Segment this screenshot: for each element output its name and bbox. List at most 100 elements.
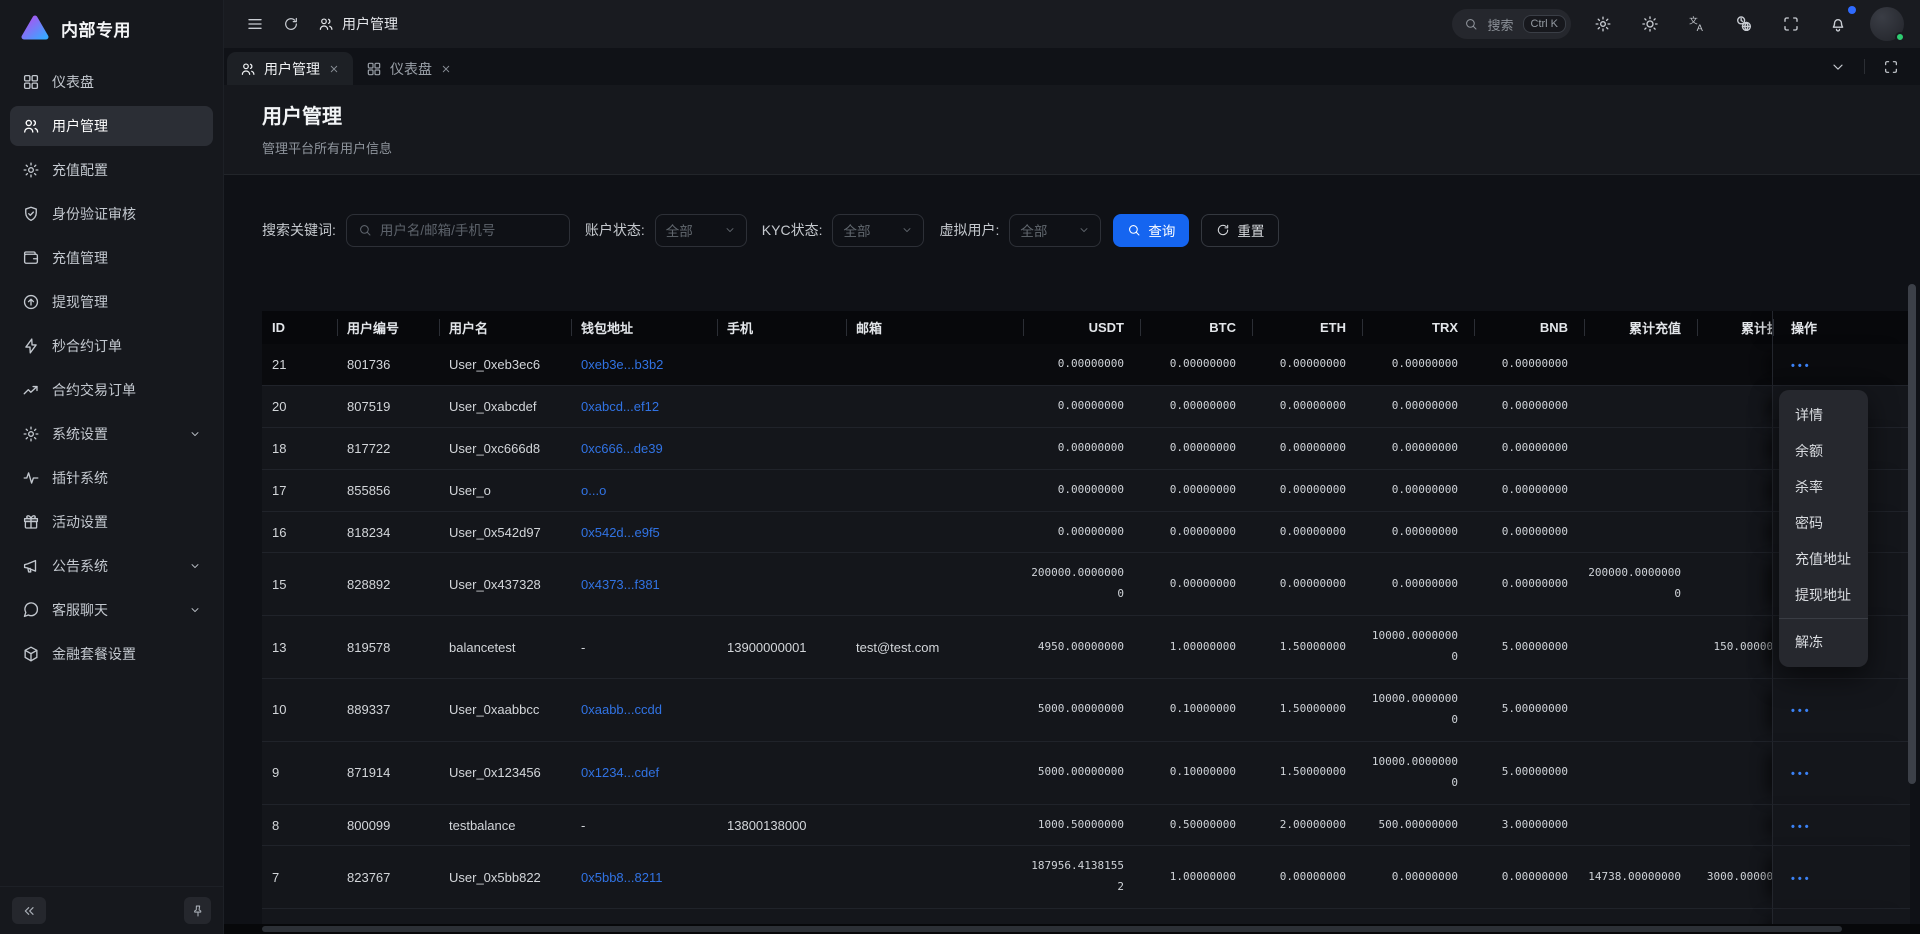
- cell-btc: 0.00000000: [1140, 470, 1252, 512]
- translate-button[interactable]: 文A: [1682, 9, 1712, 39]
- global-search[interactable]: 搜索 Ctrl K: [1452, 9, 1571, 39]
- kyc-status-select[interactable]: 全部: [832, 214, 924, 247]
- cell-username: User_0xeb3ec6: [439, 344, 571, 386]
- row-actions-button[interactable]: •••: [1791, 360, 1812, 372]
- refresh-button[interactable]: [276, 9, 306, 39]
- close-icon[interactable]: [328, 63, 340, 75]
- fullscreen-button[interactable]: [1776, 9, 1806, 39]
- horizontal-scrollbar-track: [224, 924, 1920, 934]
- cell-trx: 10000.00000000: [1362, 679, 1474, 742]
- theme-button[interactable]: [1635, 9, 1665, 39]
- virtual-user-select[interactable]: 全部: [1009, 214, 1101, 247]
- cell-wallet: 0x4373...f381: [571, 553, 717, 616]
- sidebar-item[interactable]: 活动设置: [10, 502, 213, 542]
- menu-toggle-button[interactable]: [240, 9, 270, 39]
- sidebar-item[interactable]: 秒合约订单: [10, 326, 213, 366]
- action-menu-item[interactable]: 杀率: [1779, 469, 1868, 505]
- action-menu-item[interactable]: 密码: [1779, 505, 1868, 541]
- cell-email: [846, 428, 1023, 470]
- table-row: 18817722User_0xc666d80xc666...de390.0000…: [262, 428, 1910, 470]
- wallet-address-link[interactable]: 0xeb3e...b3b2: [581, 357, 663, 372]
- sidebar-item[interactable]: 充值配置: [10, 150, 213, 190]
- cell-id: 15: [262, 553, 337, 616]
- wallet-address-link[interactable]: 0xaabb...ccdd: [581, 702, 662, 717]
- cell-btc: 0.00000000: [1140, 553, 1252, 616]
- horizontal-scrollbar-thumb[interactable]: [262, 926, 1842, 932]
- sidebar-item[interactable]: 系统设置: [10, 414, 213, 454]
- notifications-button[interactable]: [1823, 9, 1853, 39]
- cell-eth: 0.00000000: [1252, 846, 1362, 909]
- sidebar-item[interactable]: 客服聊天: [10, 590, 213, 630]
- maximize-content-button[interactable]: [1876, 52, 1906, 82]
- cell-code: 871914: [337, 742, 439, 805]
- cell-btc: 1.00000000: [1140, 616, 1252, 679]
- sidebar-item[interactable]: 插针系统: [10, 458, 213, 498]
- wallet-address-link[interactable]: 0x542d...e9f5: [581, 525, 660, 540]
- action-menu-item[interactable]: 提现地址: [1779, 577, 1868, 613]
- sidebar-item-label: 合约交易订单: [52, 380, 201, 400]
- wallet-address-link[interactable]: 0x1234...cdef: [581, 765, 659, 780]
- cell-btc: 0.50000000: [1140, 805, 1252, 847]
- cell-total_deposit: [1584, 386, 1697, 428]
- sidebar-pin-button[interactable]: [184, 897, 211, 924]
- wallet-address-link[interactable]: 0xc666...de39: [581, 441, 663, 456]
- chevron-down-icon: [724, 224, 736, 236]
- sidebar-item[interactable]: 仪表盘: [10, 62, 213, 102]
- sidebar-item[interactable]: 身份验证审核: [10, 194, 213, 234]
- sidebar-item[interactable]: 公告系统: [10, 546, 213, 586]
- query-button[interactable]: 查询: [1113, 214, 1189, 247]
- cell-usdt: 200000.00000000: [1023, 553, 1140, 616]
- action-menu-item[interactable]: 详情: [1779, 397, 1868, 433]
- refresh-icon: [283, 16, 299, 32]
- reset-button[interactable]: 重置: [1201, 214, 1279, 247]
- sidebar-item[interactable]: 用户管理: [10, 106, 213, 146]
- cell-username: User_0xc666d8: [439, 428, 571, 470]
- cell-username: User_0x542d97: [439, 512, 571, 554]
- cell-phone: [717, 386, 846, 428]
- users-icon: [22, 117, 40, 135]
- account-status-select[interactable]: 全部: [655, 214, 747, 247]
- wallet-address-link[interactable]: o...o: [581, 483, 606, 498]
- timezone-button[interactable]: [1729, 9, 1759, 39]
- sidebar-item[interactable]: 金融套餐设置: [10, 634, 213, 674]
- cell-eth: 0.00000000: [1252, 553, 1362, 616]
- sidebar-item[interactable]: 提现管理: [10, 282, 213, 322]
- cell-total_deposit: 14738.00000000: [1584, 846, 1697, 909]
- cell-action: •••: [1772, 805, 1910, 847]
- sidebar-collapse-button[interactable]: [12, 897, 46, 924]
- row-actions-button[interactable]: •••: [1791, 768, 1812, 780]
- tab-label: 用户管理: [264, 59, 320, 79]
- tab-list-dropdown-button[interactable]: [1823, 52, 1853, 82]
- action-menu-item[interactable]: 解冻: [1779, 624, 1868, 660]
- row-actions-button[interactable]: •••: [1791, 705, 1812, 717]
- notification-dot: [1848, 6, 1856, 14]
- action-menu-item[interactable]: 充值地址: [1779, 541, 1868, 577]
- vertical-scrollbar-thumb[interactable]: [1908, 284, 1916, 784]
- avatar[interactable]: [1870, 7, 1904, 41]
- close-icon[interactable]: [440, 63, 452, 75]
- cell-btc: 0.00000000: [1140, 428, 1252, 470]
- settings-button[interactable]: [1588, 9, 1618, 39]
- cell-email: [846, 512, 1023, 554]
- wallet-address-link[interactable]: 0x4373...f381: [581, 577, 660, 592]
- cell-email: [846, 386, 1023, 428]
- cell-id: 8: [262, 805, 337, 847]
- tab[interactable]: 用户管理: [227, 52, 353, 85]
- virtual-user-value: 全部: [1020, 220, 1047, 240]
- sidebar-item[interactable]: 充值管理: [10, 238, 213, 278]
- sidebar-item[interactable]: 合约交易订单: [10, 370, 213, 410]
- wallet-address-link[interactable]: 0xabcd...ef12: [581, 399, 659, 414]
- shield-icon: [22, 205, 40, 223]
- table-row: 17855856User_oo...o0.000000000.000000000…: [262, 470, 1910, 512]
- tab[interactable]: 仪表盘: [353, 52, 465, 85]
- tab-controls-divider: [1864, 59, 1865, 74]
- row-actions-button[interactable]: •••: [1791, 821, 1812, 833]
- keyword-input[interactable]: [380, 223, 558, 238]
- cell-action: •••: [1772, 742, 1910, 805]
- wallet-address-link[interactable]: 0x5bb8...8211: [581, 870, 662, 885]
- row-actions-button[interactable]: •••: [1791, 873, 1812, 885]
- cell-eth: 0.00000000: [1252, 512, 1362, 554]
- cell-btc: 0.10000000: [1140, 679, 1252, 742]
- table-row: 10889337User_0xaabbcc0xaabb...ccdd5000.0…: [262, 679, 1910, 742]
- action-menu-item[interactable]: 余额: [1779, 433, 1868, 469]
